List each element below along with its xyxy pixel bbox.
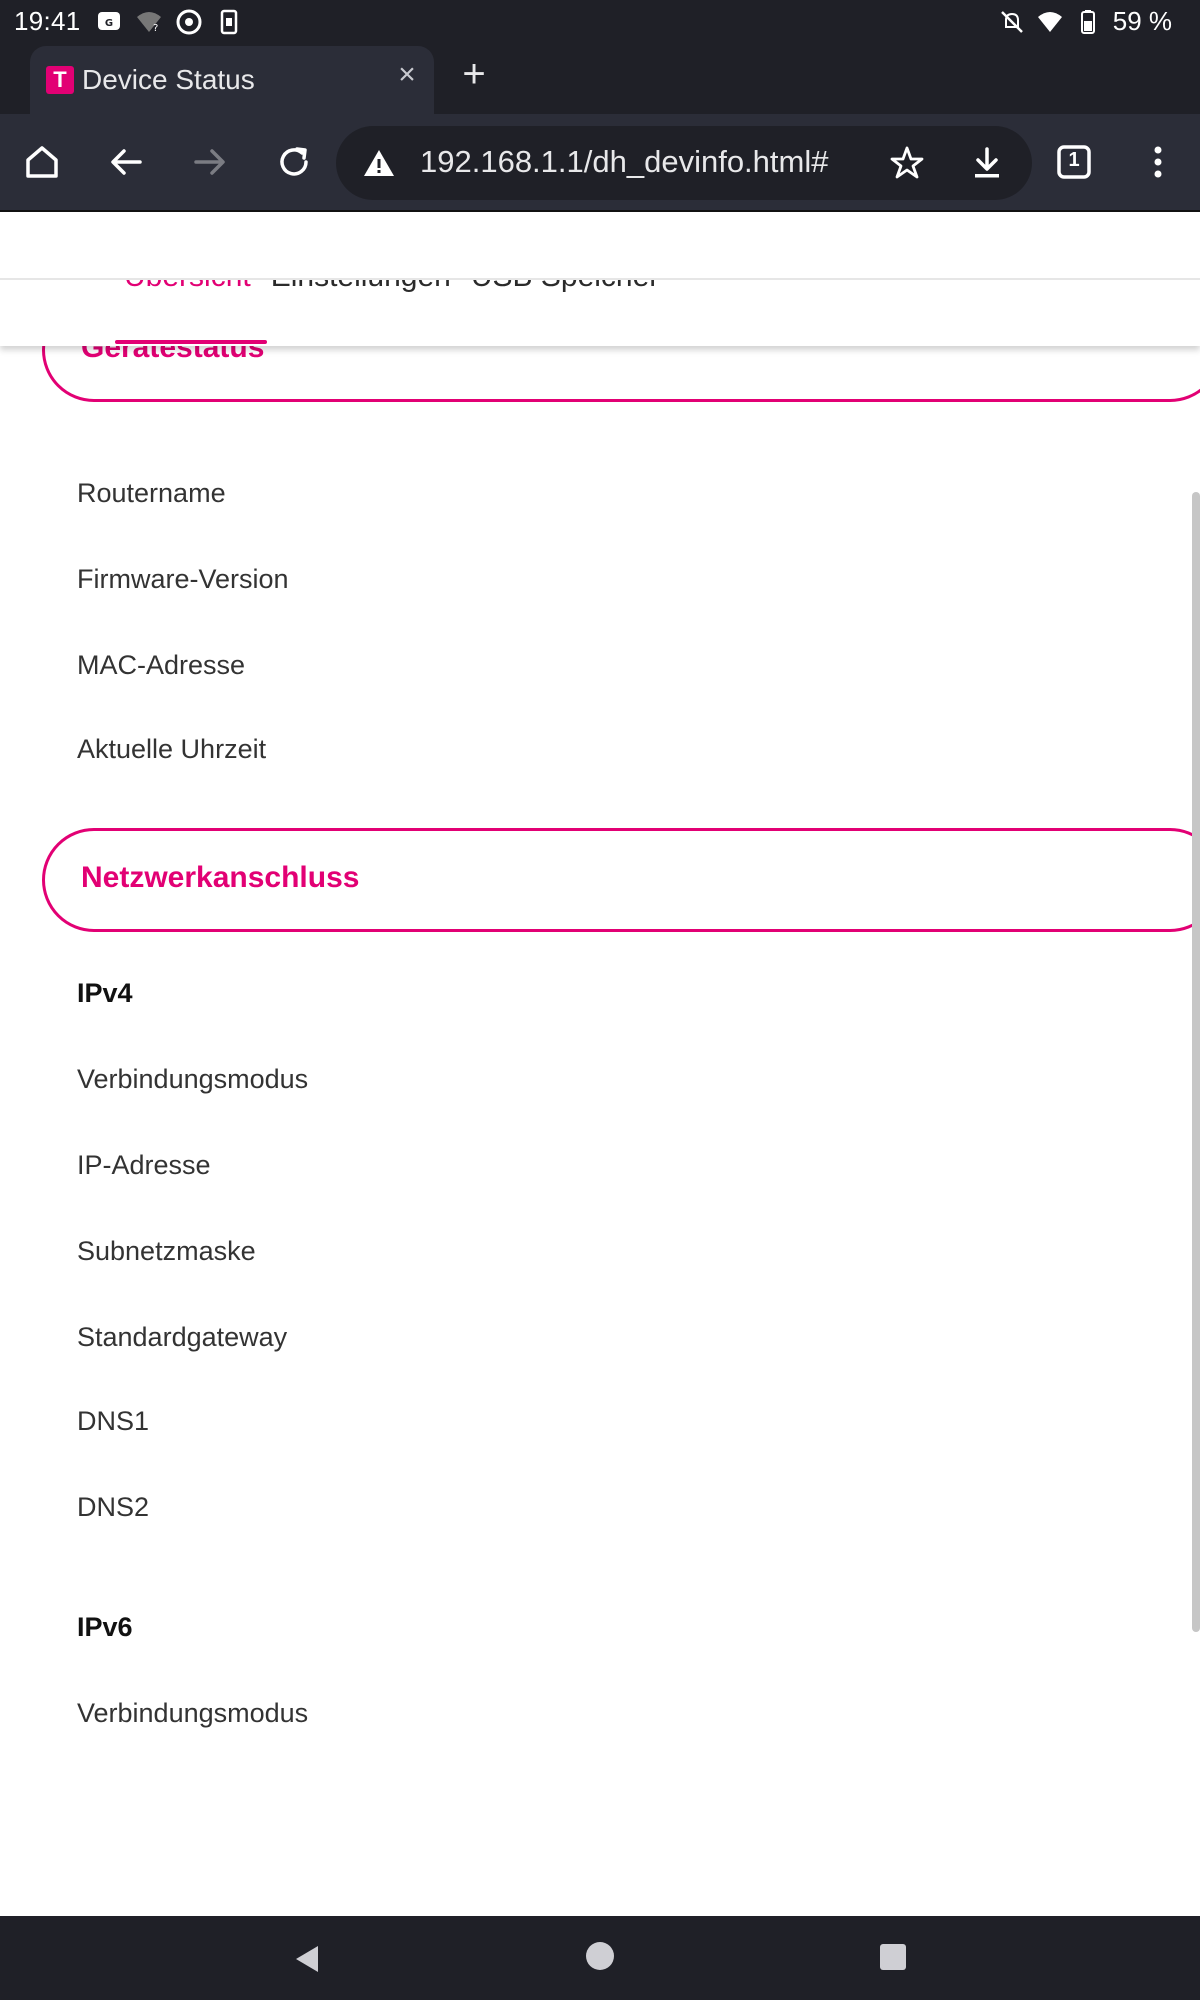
browser-tab[interactable]: T Device Status × — [30, 46, 434, 114]
label-ipv4-connection-mode: Verbindungsmodus — [77, 1064, 309, 1094]
label-ip-address: IP-Adresse — [77, 1150, 211, 1180]
system-status-bar: 19:41 G ? 59 % — [0, 0, 1200, 44]
web-page: Übersicht Einstellungen USB Speicher Ger… — [0, 212, 1200, 1916]
reload-icon[interactable] — [270, 138, 318, 186]
wifi-unknown-icon: ? — [137, 12, 161, 34]
nav-divider — [0, 278, 1200, 280]
tab-switcher-button[interactable]: 1 — [1050, 138, 1098, 186]
label-subnet-mask: Subnetzmaske — [77, 1236, 256, 1266]
svg-text:?: ? — [153, 23, 158, 34]
active-tab-indicator — [115, 340, 267, 344]
browser-toolbar: 192.168.1.1/dh_devinfo.html# 1 — [0, 114, 1200, 212]
notification-icons: G ? — [96, 9, 242, 35]
address-bar[interactable]: 192.168.1.1/dh_devinfo.html# — [336, 126, 1032, 200]
system-recents-icon[interactable] — [880, 1944, 906, 1970]
mute-icon — [1000, 10, 1023, 33]
system-back-icon[interactable] — [290, 1942, 324, 1976]
label-ipv6-connection-mode: Verbindungsmodus — [77, 1698, 309, 1728]
ipv6-heading: IPv6 — [77, 1612, 133, 1642]
system-home-icon[interactable] — [586, 1942, 614, 1970]
section-header-network[interactable]: Netzwerkanschluss — [42, 828, 1200, 932]
clock: 19:41 — [14, 6, 81, 36]
more-menu-icon[interactable] — [1134, 138, 1182, 186]
tab-count: 1 — [1068, 149, 1080, 171]
chrome-icon — [176, 9, 202, 35]
bookmark-star-icon[interactable] — [888, 144, 926, 182]
battery-icon — [1080, 9, 1095, 34]
system-icons: 59 % — [999, 6, 1172, 37]
url-text[interactable]: 192.168.1.1/dh_devinfo.html# — [420, 144, 828, 180]
new-tab-button[interactable]: + — [452, 54, 496, 98]
home-icon[interactable] — [18, 138, 66, 186]
label-router-name: Routername — [77, 478, 226, 508]
telekom-favicon-icon: T — [46, 66, 74, 94]
sim-icon — [220, 9, 238, 35]
label-dns1: DNS1 — [77, 1406, 150, 1436]
label-dns2: DNS2 — [77, 1492, 150, 1522]
tab-title: Device Status — [82, 64, 255, 95]
page-scrollbar[interactable] — [1192, 492, 1200, 1632]
wifi-icon — [1037, 11, 1062, 32]
close-tab-icon[interactable]: × — [392, 60, 422, 90]
forward-icon[interactable] — [186, 138, 234, 186]
section-title-network: Netzwerkanschluss — [81, 861, 360, 894]
label-firmware-version: Firmware-Version — [77, 564, 289, 594]
router-nav-header: Übersicht Einstellungen USB Speicher — [0, 212, 1200, 346]
back-icon[interactable] — [102, 138, 150, 186]
label-mac-address: MAC-Adresse — [77, 650, 246, 680]
app-notification-icon: G — [98, 12, 120, 30]
svg-text:G: G — [105, 18, 113, 29]
not-secure-warning-icon[interactable] — [362, 146, 396, 180]
label-current-time: Aktuelle Uhrzeit — [77, 734, 267, 764]
nav-top-cover — [0, 212, 1200, 278]
ipv4-heading: IPv4 — [77, 978, 133, 1008]
battery-percent: 59 % — [1112, 6, 1172, 36]
browser-tab-strip: T Device Status × + — [0, 44, 1200, 114]
download-icon[interactable] — [968, 144, 1006, 182]
system-navigation-bar — [0, 1916, 1200, 2000]
label-default-gateway: Standardgateway — [77, 1322, 288, 1352]
